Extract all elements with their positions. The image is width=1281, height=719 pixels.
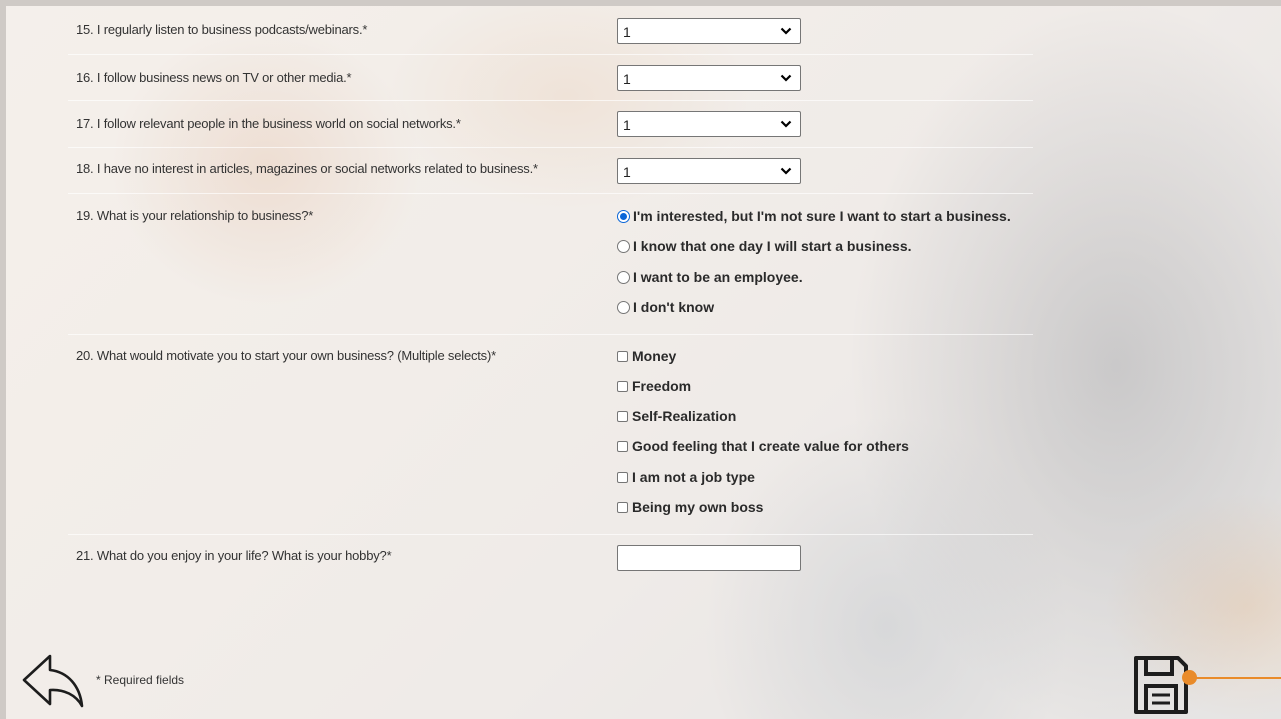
- select-value-15: 1: [623, 24, 631, 40]
- question-row-20: 20. What would motivate you to start you…: [68, 335, 1033, 535]
- question-label-15: 15. I regularly listen to business podca…: [76, 22, 368, 37]
- radio-option-will-start[interactable]: I know that one day I will start a busin…: [617, 236, 912, 256]
- radio-button[interactable]: [617, 300, 630, 314]
- checkbox[interactable]: [617, 380, 628, 392]
- checkbox[interactable]: [617, 410, 628, 422]
- checkbox-option-money[interactable]: Money: [617, 346, 676, 366]
- survey-page: 15. I regularly listen to business podca…: [6, 6, 1281, 719]
- radio-label: I want to be an employee.: [633, 269, 803, 285]
- checkbox-option-own-boss[interactable]: Being my own boss: [617, 497, 763, 517]
- chevron-down-icon: [780, 27, 792, 35]
- rating-select-18[interactable]: 1: [617, 158, 801, 184]
- checkbox-option-self-realization[interactable]: Self-Realization: [617, 406, 736, 426]
- question-row-17: 17. I follow relevant people in the busi…: [68, 101, 1033, 148]
- select-value-18: 1: [623, 164, 631, 180]
- checkbox-option-freedom[interactable]: Freedom: [617, 376, 691, 396]
- question-label-18: 18. I have no interest in articles, maga…: [76, 161, 538, 176]
- checkbox-label: Good feeling that I create value for oth…: [632, 438, 909, 454]
- checkbox-label: Money: [632, 348, 677, 364]
- checkbox-label: Freedom: [632, 378, 692, 394]
- question-label-19: 19. What is your relationship to busines…: [76, 208, 314, 223]
- radio-label: I know that one day I will start a busin…: [633, 238, 912, 254]
- radio-label: I don't know: [633, 299, 715, 315]
- checkbox-option-not-job-type[interactable]: I am not a job type: [617, 467, 755, 487]
- question-row-15: 15. I regularly listen to business podca…: [68, 6, 1033, 55]
- question-row-16: 16. I follow business news on TV or othe…: [68, 55, 1033, 101]
- question-row-19: 19. What is your relationship to busines…: [68, 194, 1033, 335]
- chevron-down-icon: [780, 120, 792, 128]
- rating-select-16[interactable]: 1: [617, 65, 801, 91]
- checkbox[interactable]: [617, 471, 628, 483]
- checkbox-option-create-value[interactable]: Good feeling that I create value for oth…: [617, 436, 909, 456]
- rating-select-17[interactable]: 1: [617, 111, 801, 137]
- radio-option-dont-know[interactable]: I don't know: [617, 297, 714, 317]
- question-row-18: 18. I have no interest in articles, maga…: [68, 148, 1033, 194]
- accent-dot: [1182, 670, 1197, 685]
- radio-button[interactable]: [617, 270, 630, 284]
- radio-option-employee[interactable]: I want to be an employee.: [617, 267, 803, 287]
- accent-line: [1194, 677, 1281, 679]
- question-label-21: 21. What do you enjoy in your life? What…: [76, 548, 392, 563]
- required-fields-note: * Required fields: [96, 673, 185, 687]
- rating-select-15[interactable]: 1: [617, 18, 801, 44]
- radio-button-selected[interactable]: [617, 209, 630, 223]
- question-label-16: 16. I follow business news on TV or othe…: [76, 70, 352, 85]
- checkbox-label: Being my own boss: [632, 499, 764, 515]
- radio-button[interactable]: [617, 239, 630, 253]
- select-value-16: 1: [623, 71, 631, 87]
- select-value-17: 1: [623, 117, 631, 133]
- checkbox-label: Self-Realization: [632, 408, 737, 424]
- question-row-21: 21. What do you enjoy in your life? What…: [68, 535, 1033, 595]
- radio-option-interested[interactable]: I'm interested, but I'm not sure I want …: [617, 206, 1011, 226]
- back-arrow-icon[interactable]: [20, 650, 86, 710]
- checkbox[interactable]: [617, 350, 628, 362]
- question-label-17: 17. I follow relevant people in the busi…: [76, 116, 461, 131]
- hobby-input[interactable]: [617, 545, 801, 571]
- chevron-down-icon: [780, 74, 792, 82]
- checkbox[interactable]: [617, 440, 628, 452]
- floppy-disk-icon[interactable]: [1132, 654, 1190, 716]
- question-label-20: 20. What would motivate you to start you…: [76, 348, 496, 363]
- radio-label: I'm interested, but I'm not sure I want …: [633, 208, 1011, 224]
- checkbox[interactable]: [617, 501, 628, 513]
- chevron-down-icon: [780, 167, 792, 175]
- checkbox-label: I am not a job type: [632, 469, 755, 485]
